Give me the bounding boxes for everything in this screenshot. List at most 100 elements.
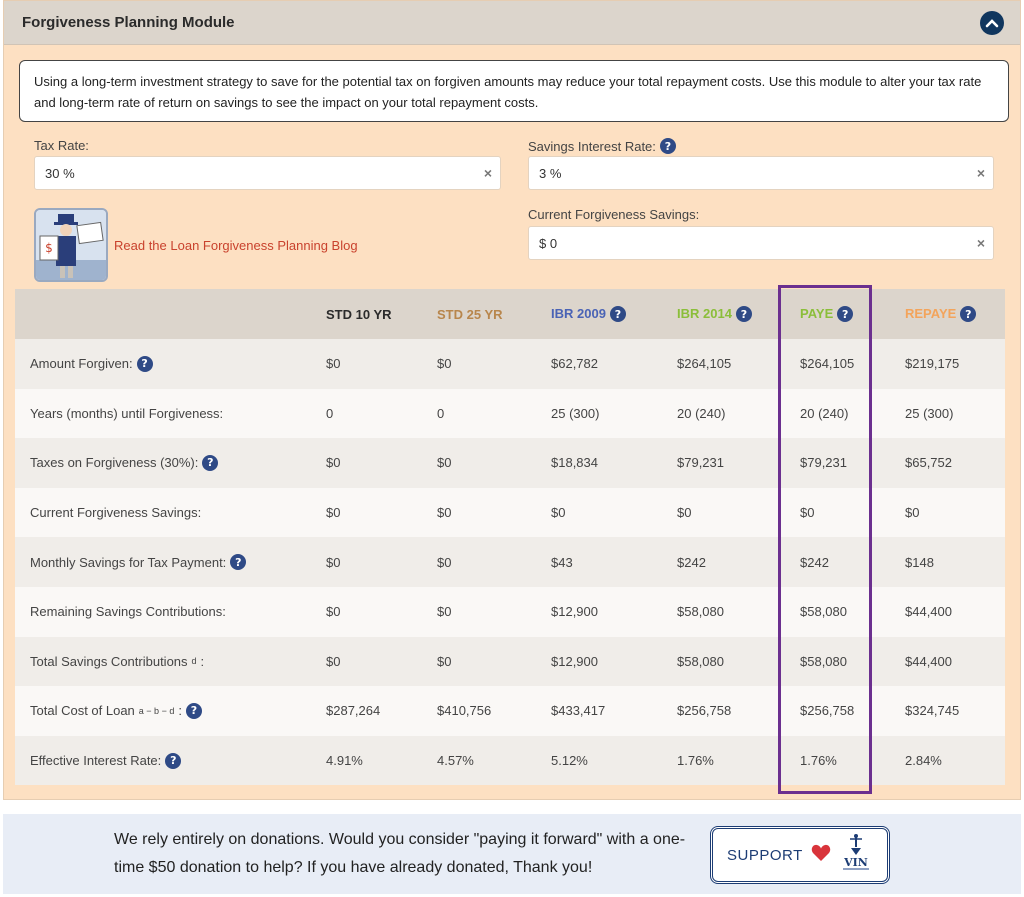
table-cell: $58,080 [677, 636, 800, 687]
table-cell: $264,105 [677, 339, 800, 389]
question-icon[interactable]: ? [230, 554, 247, 571]
svg-text:VIN: VIN [843, 856, 868, 869]
table-cell: 0 [326, 388, 437, 439]
table-cell: $12,900 [551, 636, 677, 687]
col-header-label: STD 10 YR [326, 306, 392, 322]
table-cell: 25 (300) [551, 388, 677, 439]
blog-link-block[interactable]: $ Read the Loan Forgiveness Planning Blo… [34, 208, 358, 282]
col-header-repaye: REPAYE? [905, 289, 1005, 339]
table-cell: $65,752 [905, 438, 1005, 488]
question-icon[interactable]: ? [202, 454, 219, 471]
col-header-label: REPAYE [905, 305, 957, 321]
table-cell: $44,400 [905, 636, 1005, 687]
uncle-sam-image: $ [34, 208, 108, 282]
row-label-cell: Total Savings Contributions d: [15, 636, 326, 687]
table-cell: $264,105 [800, 339, 905, 389]
table-cell: 5.12% [551, 735, 677, 786]
table-cell: $410,756 [437, 686, 551, 736]
table-cell: $0 [326, 636, 437, 687]
table-row: Remaining Savings Contributions: $0 $0 $12,… [15, 586, 1005, 637]
table-cell: 20 (240) [677, 388, 800, 439]
question-icon[interactable]: ? [136, 355, 153, 372]
table-cell: $219,175 [905, 339, 1005, 389]
table-cell: $12,900 [551, 586, 677, 637]
donation-text: We rely entirely on donations. Would you… [114, 831, 686, 876]
table-cell: $242 [677, 537, 800, 587]
table-header-blank [15, 289, 326, 339]
row-label: Total Savings Contributions [30, 653, 188, 669]
chevron-up-icon[interactable] [980, 10, 1004, 35]
table-cell: $0 [551, 487, 677, 538]
row-label: Effective Interest Rate: [30, 753, 162, 769]
table-cell: $58,080 [800, 636, 905, 687]
question-icon[interactable]: ? [735, 306, 752, 323]
table-row: Amount Forgiven:? $0 $0 $62,782 $264,105 $264… [15, 339, 1005, 389]
row-label: Remaining Savings Contributions: [30, 604, 226, 620]
col-header-label: STD 25 YR [437, 306, 503, 322]
table-cell: $62,782 [551, 339, 677, 389]
col-header-ibr-2014: IBR 2014? [677, 289, 800, 339]
question-icon[interactable]: ? [960, 306, 977, 323]
table-cell: $0 [437, 636, 551, 687]
table-cell: 25 (300) [905, 388, 1005, 439]
current-savings-value: $ 0 [539, 235, 558, 251]
table-cell: 1.76% [800, 735, 905, 786]
table-cell: 20 (240) [800, 388, 905, 439]
table-cell: $0 [326, 537, 437, 587]
row-label: Total Cost of Loan [30, 703, 135, 719]
blog-link[interactable]: Read the Loan Forgiveness Planning Blog [114, 238, 358, 253]
table-cell: $287,264 [326, 686, 437, 736]
vin-logo: VIN [839, 833, 873, 878]
table-cell: $0 [326, 438, 437, 488]
question-icon[interactable]: ? [609, 306, 626, 323]
table-cell: $0 [677, 487, 800, 538]
table-row: Total Cost of Loan a − b − d:? $287,264 $41… [15, 686, 1005, 736]
table-cell: $43 [551, 537, 677, 587]
savings-rate-label: Savings Interest Rate: ? [528, 138, 676, 154]
question-icon[interactable]: ? [837, 306, 854, 323]
table-header-row: STD 10 YR STD 25 YR IBR 2009? IBR 2014? … [15, 289, 1005, 339]
footnote-marker: d [191, 656, 197, 667]
table-cell: $0 [437, 339, 551, 389]
savings-rate-input[interactable]: 3 % × [528, 156, 994, 190]
table-cell: 0 [437, 388, 551, 439]
table-row: Total Savings Contributions d: $0 $0 $12,900… [15, 636, 1005, 687]
col-header-label: IBR 2014 [677, 305, 732, 321]
table-cell: $0 [326, 339, 437, 389]
heart-icon [811, 844, 831, 867]
close-icon[interactable]: × [977, 235, 985, 251]
row-label-cell: Effective Interest Rate:? [15, 735, 326, 786]
table-cell: $324,745 [905, 686, 1005, 736]
table-row: Years (months) until Forgiveness: 0 0 25 (3… [15, 388, 1005, 439]
current-savings-input[interactable]: $ 0 × [528, 226, 994, 260]
table-cell: $0 [437, 586, 551, 637]
tax-rate-label: Tax Rate: [34, 138, 89, 153]
table-cell: $58,080 [677, 586, 800, 637]
tax-rate-value: 30 % [45, 165, 75, 181]
question-icon[interactable]: ? [659, 138, 676, 154]
module-title: Forgiveness Planning Module [22, 14, 235, 31]
row-label: Monthly Savings for Tax Payment: [30, 554, 227, 570]
close-icon[interactable]: × [977, 165, 985, 181]
table-cell: $0 [905, 487, 1005, 538]
footnote-marker: a − b − d [138, 705, 175, 716]
col-header-std-25-yr: STD 25 YR [437, 289, 551, 339]
close-icon[interactable]: × [484, 165, 492, 181]
question-icon[interactable]: ? [165, 752, 182, 769]
table-cell: $79,231 [677, 438, 800, 488]
table-cell: $0 [437, 537, 551, 587]
row-label-cell: Taxes on Forgiveness (30%):? [15, 438, 326, 488]
table-cell: 4.57% [437, 735, 551, 786]
table-cell: $0 [326, 586, 437, 637]
table-cell: $242 [800, 537, 905, 587]
question-icon[interactable]: ? [185, 702, 202, 719]
col-header-std-10-yr: STD 10 YR [326, 289, 437, 339]
row-label-cell: Total Cost of Loan a − b − d:? [15, 686, 326, 736]
support-button[interactable]: SUPPORT VIN [710, 826, 890, 884]
table-cell: $0 [437, 438, 551, 488]
row-label-cell: Monthly Savings for Tax Payment:? [15, 537, 326, 587]
comparison-table: STD 10 YR STD 25 YR IBR 2009? IBR 2014? … [15, 289, 1005, 786]
row-label-cell: Amount Forgiven:? [15, 339, 326, 389]
tax-rate-input[interactable]: 30 % × [34, 156, 501, 190]
intro-text: Using a long-term investment strategy to… [19, 60, 1009, 122]
